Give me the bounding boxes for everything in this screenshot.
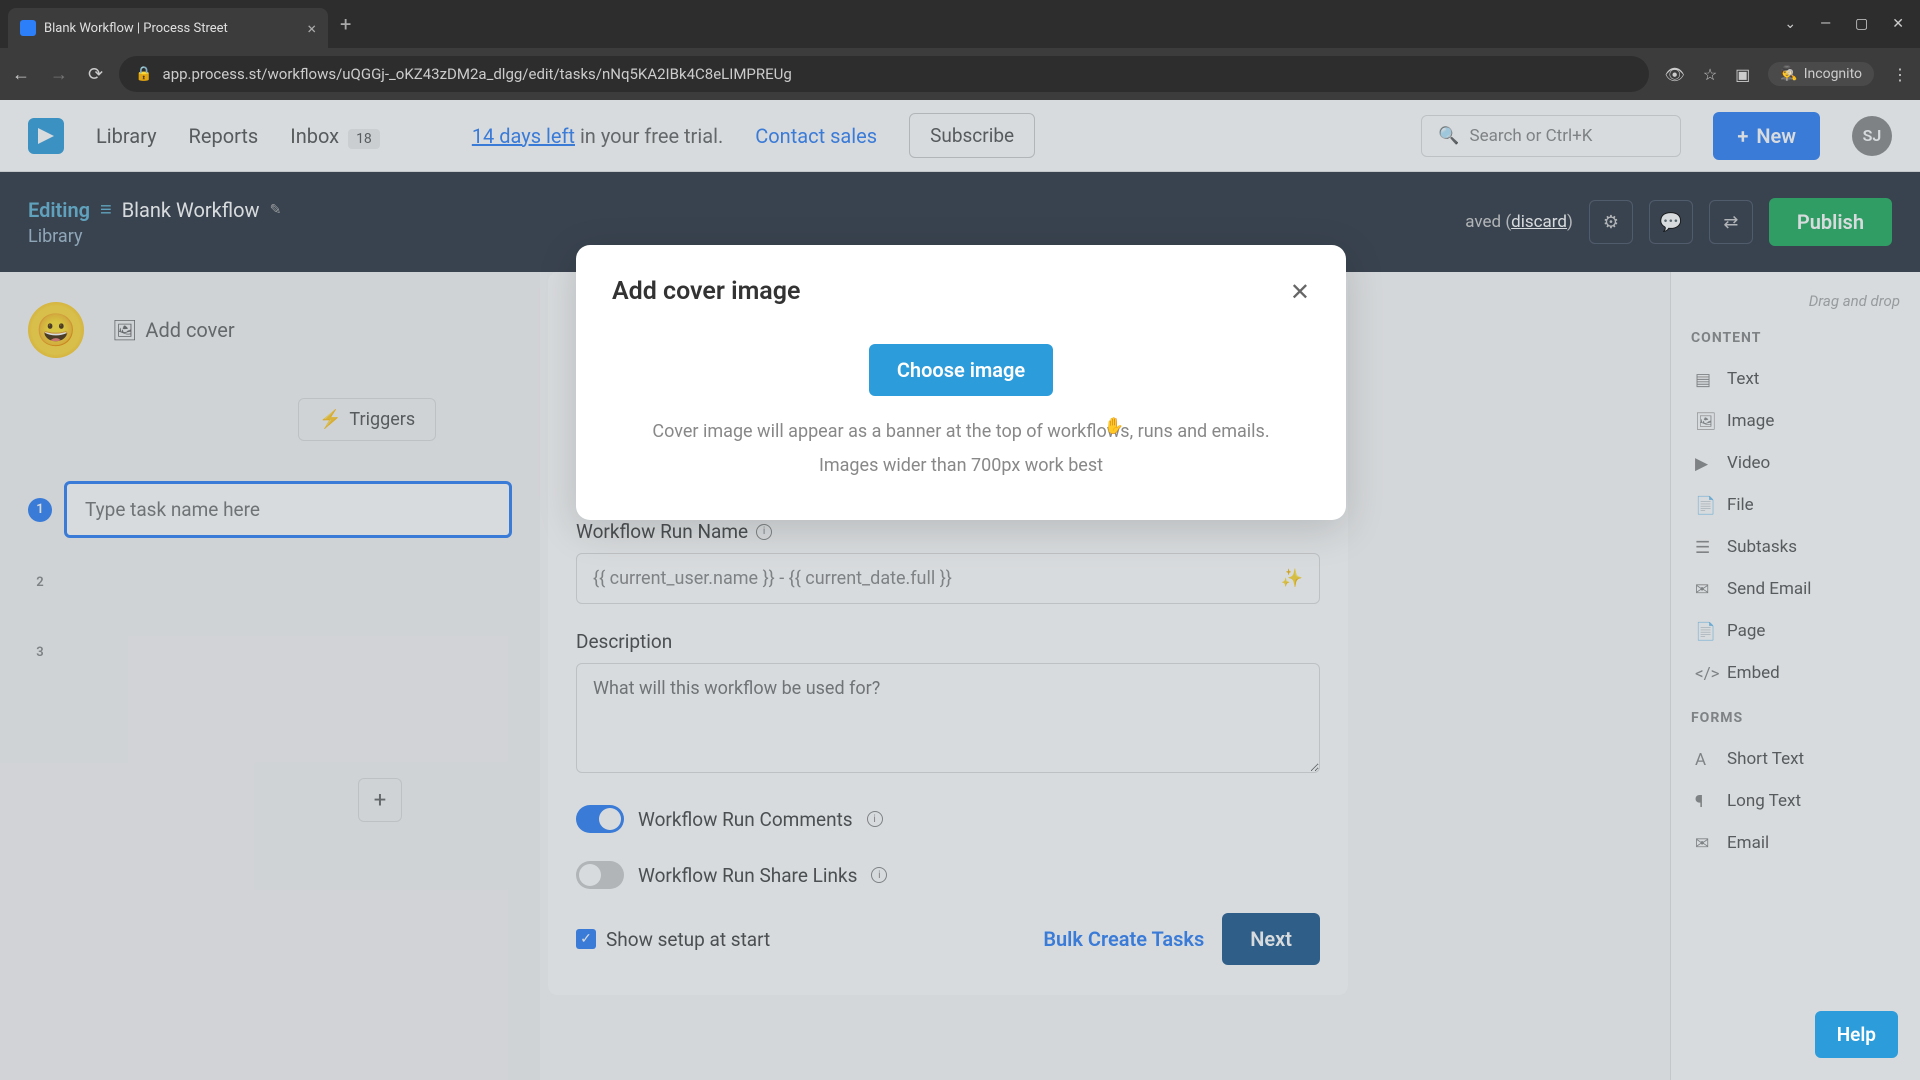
modal-title: Add cover image	[612, 277, 800, 306]
incognito-label: Incognito	[1804, 66, 1862, 82]
back-button[interactable]: ←	[12, 64, 30, 85]
browser-tab[interactable]: Blank Workflow | Process Street ×	[8, 8, 328, 48]
incognito-badge[interactable]: 🕵 Incognito	[1768, 62, 1874, 86]
bookmark-icon[interactable]: ☆	[1703, 65, 1717, 84]
forward-button[interactable]: →	[50, 64, 68, 85]
favicon	[20, 20, 36, 36]
help-button[interactable]: Help	[1815, 1011, 1898, 1058]
window-controls: ⌄ — ▢ ✕	[1784, 16, 1920, 32]
close-window-icon[interactable]: ✕	[1892, 16, 1904, 32]
maximize-icon[interactable]: ▢	[1855, 16, 1868, 32]
close-icon[interactable]: ✕	[1290, 278, 1310, 306]
add-cover-modal: Add cover image ✕ Choose image Cover ima…	[576, 245, 1346, 520]
browser-tab-strip: Blank Workflow | Process Street × + ⌄ — …	[0, 0, 1920, 48]
address-bar-row: ← → ⟳ 🔒 app.process.st/workflows/uQGGj-_…	[0, 48, 1920, 100]
reload-button[interactable]: ⟳	[88, 64, 103, 85]
url-text: app.process.st/workflows/uQGGj-_oKZ43zDM…	[163, 65, 792, 83]
new-tab-button[interactable]: +	[340, 12, 351, 36]
app-root: Library Reports Inbox 18 14 days left in…	[0, 100, 1920, 1080]
chevron-down-icon[interactable]: ⌄	[1784, 16, 1796, 32]
address-bar[interactable]: 🔒 app.process.st/workflows/uQGGj-_oKZ43z…	[119, 56, 1648, 92]
eye-off-icon[interactable]: 👁	[1665, 65, 1685, 84]
close-tab-icon[interactable]: ×	[307, 19, 316, 38]
incognito-icon: 🕵	[1780, 66, 1797, 82]
modal-description: Cover image will appear as a banner at t…	[612, 418, 1310, 445]
lock-icon: 🔒	[135, 66, 152, 82]
minimize-icon[interactable]: —	[1820, 16, 1831, 32]
modal-hint: Images wider than 700px work best	[612, 455, 1310, 476]
tab-title: Blank Workflow | Process Street	[44, 21, 299, 36]
choose-image-button[interactable]: Choose image	[869, 344, 1053, 396]
kebab-menu-icon[interactable]: ⋮	[1892, 65, 1908, 84]
extensions-icon[interactable]: ▣	[1735, 65, 1750, 84]
